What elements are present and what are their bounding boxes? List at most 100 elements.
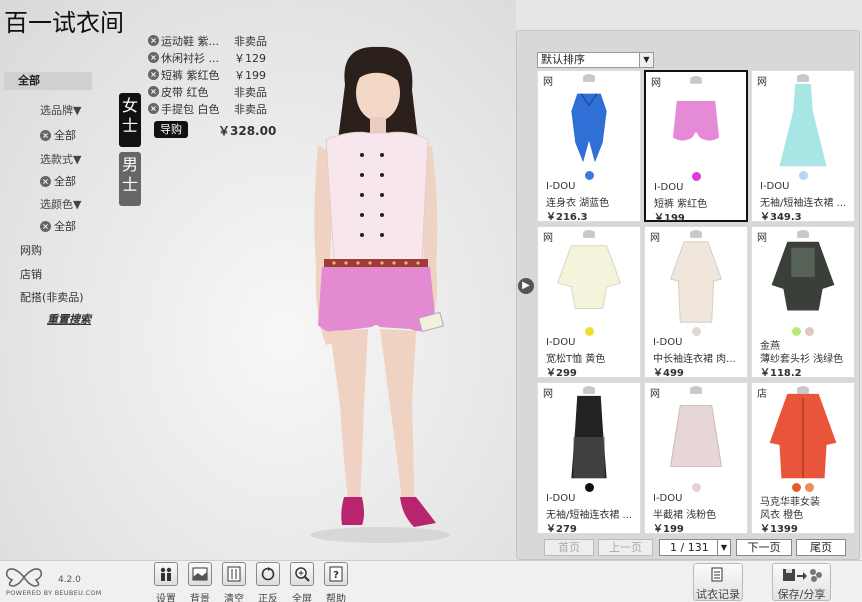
online-shop-link[interactable]: 网购 — [20, 242, 42, 258]
product-card[interactable]: 网 I-DOU 宽松T恤 黄色 ￥299 — [537, 226, 641, 379]
product-image — [779, 74, 827, 167]
worn-item: × 休闲衬衫 ... ￥129 — [148, 49, 284, 66]
store-sales-link[interactable]: 店销 — [20, 266, 42, 282]
tab-men[interactable]: 男士 — [119, 152, 141, 206]
remove-icon[interactable]: × — [148, 86, 159, 97]
background-button[interactable]: 背景 — [186, 562, 214, 602]
flip-button[interactable]: 正反 — [254, 562, 282, 602]
product-image — [556, 230, 622, 309]
color-swatch[interactable] — [691, 172, 701, 181]
clear-button[interactable]: 清空 — [220, 562, 248, 602]
app-title: 百一试衣间 — [4, 9, 124, 37]
product-card[interactable]: 网 I-DOU 无袖/短袖连衣裙 ... ￥279 — [537, 382, 641, 535]
color-swatch[interactable] — [792, 327, 801, 336]
color-swatch[interactable] — [792, 483, 801, 492]
product-price: ￥499 — [653, 368, 684, 379]
model-figure — [310, 46, 450, 543]
color-swatch[interactable] — [691, 483, 701, 492]
color-swatch[interactable] — [805, 327, 814, 336]
color-filter-dropdown[interactable]: 选颜色▼ — [40, 196, 81, 212]
product-image — [771, 230, 835, 311]
mix-match-link[interactable]: 配搭(非卖品) — [20, 289, 84, 305]
fitting-history-button[interactable]: 试衣记录 — [693, 563, 743, 601]
color-swatch[interactable] — [798, 171, 808, 180]
next-page-button[interactable]: 下一页 — [736, 539, 792, 556]
product-brand: I-DOU — [760, 181, 790, 192]
color-swatch[interactable] — [584, 171, 594, 180]
chevron-down-icon[interactable]: ▼ — [717, 540, 730, 555]
product-card[interactable]: 网 I-DOU 短裤 紫红色 ￥199 — [644, 70, 748, 224]
source-badge: 网 — [543, 233, 553, 244]
color-swatches — [645, 327, 747, 336]
source-badge: 网 — [650, 389, 660, 400]
settings-button[interactable]: 设置 — [152, 562, 180, 602]
product-card[interactable]: 网金燕 薄纱套头衫 浅绿色 ￥118.2 — [751, 226, 855, 379]
product-card[interactable]: 网 I-DOU 无袖/短袖连衣裙 ... ￥349.3 — [751, 70, 855, 223]
first-page-button[interactable]: 首页 — [544, 539, 594, 556]
guide-button[interactable]: 导购 — [154, 121, 188, 138]
chevron-down-icon[interactable]: ▼ — [639, 53, 653, 67]
product-card[interactable]: 网 I-DOU 半截裙 浅粉色 ￥199 — [644, 382, 748, 535]
product-price: ￥279 — [546, 524, 577, 535]
reset-search-link[interactable]: 重置搜索 — [47, 311, 91, 327]
product-name: 无袖/短袖连衣裙 ... — [546, 510, 633, 521]
help-button[interactable]: ? 帮助 — [322, 562, 350, 602]
product-price: ￥199 — [653, 524, 684, 535]
image-icon — [188, 562, 212, 586]
remove-icon[interactable]: × — [148, 69, 159, 80]
prev-page-button[interactable]: 上一页 — [598, 539, 653, 556]
remove-icon[interactable]: × — [40, 129, 51, 141]
style-filter-dropdown[interactable]: 选款式▼ — [40, 151, 81, 167]
save-share-button[interactable]: 保存/分享 — [772, 563, 831, 601]
color-swatch[interactable] — [584, 483, 594, 492]
product-name: 半截裙 浅粉色 — [653, 510, 717, 521]
product-brand: I-DOU — [653, 337, 683, 348]
remove-icon[interactable]: × — [148, 35, 159, 46]
product-brand: I-DOU — [654, 182, 684, 193]
product-card[interactable]: 网 I-DOU 中长袖连衣裙 肉... ￥499 — [644, 226, 748, 379]
collapse-arrow-icon[interactable]: ▶ — [518, 278, 534, 294]
product-image — [672, 76, 720, 141]
butterfly-logo-icon — [5, 568, 43, 587]
color-swatches — [538, 483, 640, 492]
svg-text:?: ? — [333, 570, 339, 581]
remove-icon[interactable]: × — [148, 103, 159, 114]
source-badge: 网 — [543, 77, 553, 88]
worn-item: × 皮带 红色 非卖品 — [148, 83, 284, 100]
product-brand: I-DOU — [546, 337, 576, 348]
source-badge: 网 — [651, 78, 661, 89]
product-name: 风衣 橙色 — [760, 510, 804, 521]
tab-women[interactable]: 女士 — [119, 93, 141, 147]
last-page-button[interactable]: 尾页 — [796, 539, 846, 556]
style-filter-chip[interactable]: × 全部 — [40, 173, 76, 189]
color-swatches — [752, 483, 854, 492]
color-swatches — [752, 327, 854, 336]
product-name: 无袖/短袖连衣裙 ... — [760, 198, 847, 209]
product-name: 中长袖连衣裙 肉... — [653, 354, 736, 365]
color-filter-chip[interactable]: × 全部 — [40, 218, 76, 234]
color-swatch[interactable] — [691, 327, 701, 336]
product-image — [669, 386, 723, 467]
brand-filter-dropdown[interactable]: 选品牌▼ — [40, 102, 81, 118]
filter-all[interactable]: 全部 — [4, 72, 92, 90]
product-name: 连身衣 湖蓝色 — [546, 198, 610, 209]
sort-select[interactable]: 默认排序 ▼ — [537, 52, 654, 68]
source-badge: 店 — [757, 389, 767, 400]
worn-item: × 短裤 紫红色 ￥199 — [148, 66, 284, 83]
product-card[interactable]: 店马克华菲女装 风衣 橙色 ￥1399 — [751, 382, 855, 535]
brand-filter-chip[interactable]: × 全部 — [40, 127, 76, 143]
people-icon — [154, 562, 178, 586]
color-swatch[interactable] — [805, 483, 814, 492]
remove-icon[interactable]: × — [148, 52, 159, 63]
fullscreen-button[interactable]: 全屏 — [288, 562, 316, 602]
remove-icon[interactable]: × — [40, 220, 51, 232]
color-swatch[interactable] — [584, 327, 594, 336]
page-select[interactable]: 1 / 131 ▼ — [659, 539, 731, 556]
product-name: 宽松T恤 黄色 — [546, 354, 606, 365]
product-card[interactable]: 网 I-DOU 连身衣 湖蓝色 ￥216.3 — [537, 70, 641, 223]
product-brand: I-DOU — [546, 181, 576, 192]
source-badge: 网 — [757, 233, 767, 244]
remove-icon[interactable]: × — [40, 175, 51, 187]
product-price: ￥118.2 — [760, 368, 802, 379]
document-icon — [694, 564, 742, 586]
